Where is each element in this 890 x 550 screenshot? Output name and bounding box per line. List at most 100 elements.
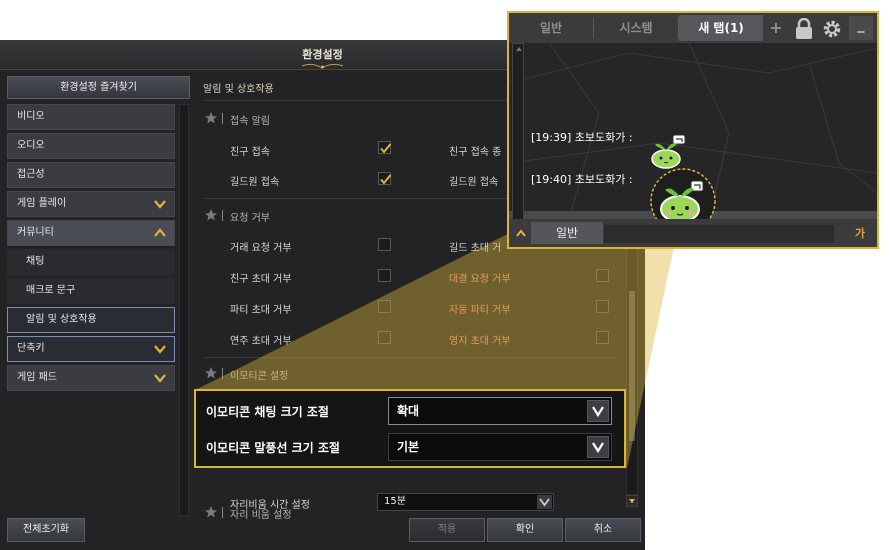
input-mode-indicator[interactable]: 가 [855, 225, 865, 241]
chat-tab-system[interactable]: 시스템 [594, 15, 678, 41]
emoticon-bubble-size-label: 이모티콘 말풍선 크기 조절 [206, 441, 340, 455]
section-title: 알림 및 상호작용 [203, 84, 274, 95]
sidebar-item-community[interactable]: 커뮤니티 [7, 220, 175, 246]
sidebar-item-audio[interactable]: 오디오 [7, 133, 175, 159]
checkbox-performance-invite-deny[interactable] [378, 331, 391, 344]
emoticon-chat-size-label: 이모티콘 채팅 크기 조절 [206, 405, 329, 419]
sidebar-item-gameplay[interactable]: 게임 플레이 [7, 191, 175, 217]
settings-sidebar: 비디오 오디오 접근성 게임 플레이 커뮤니티 채팅 매크로 문구 알림 및 상… [7, 104, 175, 394]
away-time-dropdown[interactable]: 15분 [377, 493, 554, 511]
sidebar-item-label: 매크로 문구 [26, 285, 76, 296]
option-label: 연주 초대 거부 [230, 336, 292, 347]
sidebar-item-chat[interactable]: 채팅 [7, 249, 175, 275]
sidebar-item-label: 접근성 [17, 169, 45, 180]
settings-favorites-button[interactable]: 환경설정 즐겨찾기 [7, 76, 190, 99]
divider [222, 368, 223, 379]
checkbox-auto-party-deny[interactable] [596, 300, 609, 313]
sidebar-item-label: 알림 및 상호작용 [26, 314, 97, 325]
divider [204, 357, 620, 358]
option-label: 자동 파티 거부 [449, 305, 511, 316]
group-title: 접속 알림 [230, 116, 270, 127]
checkbox-friend-login[interactable] [378, 141, 392, 154]
option-label: 친구 접속 종 [449, 147, 502, 158]
option-label: 거래 요청 거부 [230, 243, 292, 254]
checkbox-duel-deny[interactable] [596, 269, 609, 282]
checkbox-party-invite-deny[interactable] [378, 300, 391, 313]
scroll-down-icon[interactable] [626, 495, 638, 507]
option-label: 친구 초대 거부 [230, 274, 292, 285]
chevron-up-icon[interactable] [515, 228, 527, 238]
option-label: 파티 초대 거부 [230, 305, 292, 316]
dropdown-value: 15분 [384, 496, 406, 507]
checkbox-guild-login[interactable] [378, 172, 392, 185]
chat-scrollbar[interactable] [512, 43, 524, 229]
add-tab-button[interactable]: + [767, 15, 785, 41]
screenshot-stage: 환경설정 환경설정 즐겨찾기 비디오 오디오 접근성 게임 플레이 커뮤니티 채… [0, 0, 890, 550]
chat-channel-button[interactable]: 일반 [531, 222, 603, 244]
divider [222, 507, 223, 518]
sidebar-item-notifications[interactable]: 알림 및 상호작용 [7, 307, 175, 333]
checkbox-trade-deny[interactable] [378, 238, 391, 251]
sidebar-item-macro[interactable]: 매크로 문구 [7, 278, 175, 304]
emoticon-bubble-size-dropdown[interactable]: 기본 [388, 433, 612, 461]
checkbox-friend-invite-deny[interactable] [378, 269, 391, 282]
sprout-emoticon-small-icon [651, 135, 686, 169]
minimize-button[interactable]: _ [849, 16, 873, 40]
gear-icon[interactable] [821, 18, 843, 40]
option-label: 영지 초대 거부 [449, 336, 511, 347]
sidebar-item-gamepad[interactable]: 게임 패드 [7, 365, 175, 391]
dropdown-button[interactable] [537, 495, 552, 509]
option-label: 친구 접속 [230, 147, 270, 158]
chat-message: [19:39] 초보도화가 : [531, 129, 633, 145]
chat-time: [19:39] [531, 131, 572, 144]
sidebar-item-accessibility[interactable]: 접근성 [7, 162, 175, 188]
sidebar-item-label: 게임 패드 [17, 372, 57, 383]
ok-button[interactable]: 확인 [487, 518, 563, 542]
chevron-down-icon [154, 200, 166, 209]
chevron-up-icon [154, 228, 166, 237]
checkbox-territory-invite-deny[interactable] [596, 331, 609, 344]
chevron-down-icon [154, 374, 166, 383]
chevron-down-icon [592, 442, 604, 454]
check-icon [380, 174, 392, 185]
reset-all-button[interactable]: 전체초기화 [7, 518, 85, 542]
chat-input-bar: 일반 가 [509, 219, 877, 247]
scroll-up-icon[interactable] [513, 44, 525, 54]
lock-icon[interactable] [793, 18, 815, 40]
apply-button[interactable]: 적용 [409, 518, 485, 542]
chat-window-zoom: 일반 시스템 새 탭(1) + _ [19:39] 초보도화가: [19:40… [507, 11, 879, 249]
chat-input[interactable] [604, 225, 834, 243]
sidebar-item-shortcuts[interactable]: 단축키 [7, 336, 175, 362]
sidebar-item-label: 커뮤니티 [17, 227, 54, 238]
chat-message: [19:40] 초보도화가 : [531, 171, 633, 187]
group-title: 이모티콘 설정 [230, 371, 289, 382]
dropdown-value: 기본 [397, 440, 420, 454]
star-icon [205, 112, 217, 124]
option-label: 길드원 접속 [230, 177, 280, 188]
chevron-down-icon [592, 406, 604, 418]
scrollbar-thumb[interactable] [629, 291, 635, 441]
dropdown-value: 확대 [397, 404, 420, 418]
away-time-label: 자리비움 시간 설정 [230, 500, 310, 511]
divider [222, 210, 223, 221]
sidebar-scrollbar[interactable] [179, 104, 189, 516]
emoticon-chat-size-dropdown[interactable]: 확대 [388, 397, 612, 425]
title-ornament-icon [301, 63, 344, 69]
sidebar-item-label: 게임 플레이 [17, 198, 67, 209]
star-icon [205, 367, 217, 379]
star-icon [205, 506, 217, 518]
sidebar-item-video[interactable]: 비디오 [7, 104, 175, 130]
group-title: 요청 거부 [230, 213, 270, 224]
star-icon [205, 209, 217, 221]
chat-time: [19:40] [531, 173, 572, 186]
dropdown-button[interactable] [587, 400, 609, 422]
sidebar-item-label: 단축키 [17, 343, 45, 354]
cancel-button[interactable]: 취소 [565, 518, 641, 542]
emoticon-settings-zoom: 이모티콘 채팅 크기 조절 확대 이모티콘 말풍선 크기 조절 기본 [194, 389, 626, 468]
dropdown-button[interactable] [587, 436, 609, 458]
chat-tab-general[interactable]: 일반 [509, 15, 593, 41]
divider [222, 113, 223, 124]
chat-tab-bar: 일반 시스템 새 탭(1) + _ [509, 13, 877, 43]
check-icon [380, 143, 392, 154]
chat-tab-new[interactable]: 새 탭(1) [679, 15, 763, 41]
